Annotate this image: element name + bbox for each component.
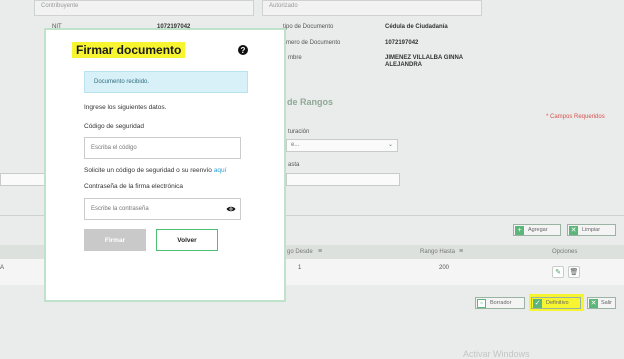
salir-label: Salir	[601, 300, 613, 306]
codigo-placeholder: Escriba el código	[91, 145, 137, 151]
solicite-label: Solicite un código de seguridad o su ree…	[84, 167, 212, 174]
alert-text: Documento recibido.	[94, 79, 150, 85]
borrador-label: Borrador	[490, 300, 512, 306]
firmar-label: Firmar	[104, 236, 126, 244]
definitivo-button[interactable]: ✓ Definitivo	[531, 297, 581, 309]
required-note: * Campos Requeridos	[546, 114, 605, 120]
limpiar-button[interactable]: ✕ Limpiar	[567, 224, 616, 236]
firmar-modal: Firmar documento ? Documento recibido. I…	[44, 28, 286, 302]
limpiar-label: Limpiar	[582, 227, 601, 233]
borrador-button[interactable]: ▫ Borrador	[475, 297, 525, 309]
rango-hasta-header: Rango Hasta	[420, 249, 456, 255]
agregar-button[interactable]: + Agregar	[513, 224, 561, 236]
instruction-text: Ingrese los siguientes datos.	[84, 104, 167, 111]
tipo-doc-label: tipo de Documento	[283, 24, 334, 30]
firmar-button[interactable]: Firmar	[84, 229, 146, 251]
windows-watermark: Activar Windows	[463, 349, 530, 359]
definitivo-label: Definitivo	[546, 300, 569, 306]
modal-title: Firmar documento	[72, 42, 186, 58]
nombre-value: JIMENEZ VILLALBA GINNA ALEJANDRA	[385, 55, 463, 68]
facturacion-select[interactable]: e... ⌄	[286, 139, 398, 152]
hasta-label: asta	[288, 162, 300, 168]
row-cell-desde: 1	[298, 265, 302, 271]
question-icon[interactable]: ?	[238, 45, 248, 55]
autorizado-box: Autorizado	[262, 0, 482, 16]
tipo-doc-value: Cédula de Ciudadanía	[385, 24, 448, 30]
salir-button[interactable]: ✕ Salir	[587, 297, 616, 309]
facturacion-select-value: e...	[291, 142, 300, 148]
left-input[interactable]	[0, 173, 46, 186]
filter-icon[interactable]: ≡	[459, 248, 463, 255]
check-icon: ✓	[533, 298, 542, 308]
codigo-input[interactable]: Escriba el código	[84, 137, 241, 159]
solicite-text: Solicite un código de seguridad o su ree…	[84, 167, 226, 174]
contribuyente-legend: Contribuyente	[41, 3, 79, 9]
row-cell-left: A	[0, 265, 5, 271]
row-cell-hasta: 200	[439, 265, 450, 271]
hasta-input[interactable]	[286, 173, 400, 186]
x-icon: ✕	[569, 225, 578, 235]
facturacion-label: turación	[288, 129, 310, 135]
eye-icon[interactable]	[226, 205, 236, 213]
agregar-label: Agregar	[528, 227, 548, 233]
chevron-down-icon: ⌄	[387, 142, 393, 148]
filter-icon[interactable]: ≡	[318, 248, 322, 255]
volver-button[interactable]: Volver	[156, 229, 218, 251]
close-icon: ✕	[589, 298, 598, 308]
edit-icon[interactable]: ✎	[552, 266, 564, 278]
nombre-label: mbre	[288, 55, 302, 61]
password-input[interactable]: Escribe la contraseña	[84, 198, 241, 220]
draft-icon: ▫	[477, 298, 486, 308]
plus-icon: +	[515, 225, 524, 235]
rangos-section-title: de Rangos	[287, 97, 334, 107]
num-doc-label: mero de Documento	[286, 40, 341, 46]
rango-desde-header: go Desde	[287, 249, 313, 255]
info-alert: Documento recibido.	[84, 71, 248, 93]
opciones-header: Opciones	[552, 249, 578, 255]
autorizado-legend: Autorizado	[269, 3, 298, 9]
password-placeholder: Escribe la contraseña	[91, 206, 149, 212]
aqui-link[interactable]: aquí	[214, 167, 227, 174]
volver-label: Volver	[177, 236, 197, 244]
trash-icon[interactable]: 🗑	[568, 266, 580, 278]
num-doc-value: 1072197042	[385, 40, 419, 46]
password-label: Contraseña de la firma electrónica	[84, 183, 183, 190]
codigo-label: Código de seguridad	[84, 123, 144, 130]
contribuyente-box: Contribuyente	[34, 0, 254, 16]
